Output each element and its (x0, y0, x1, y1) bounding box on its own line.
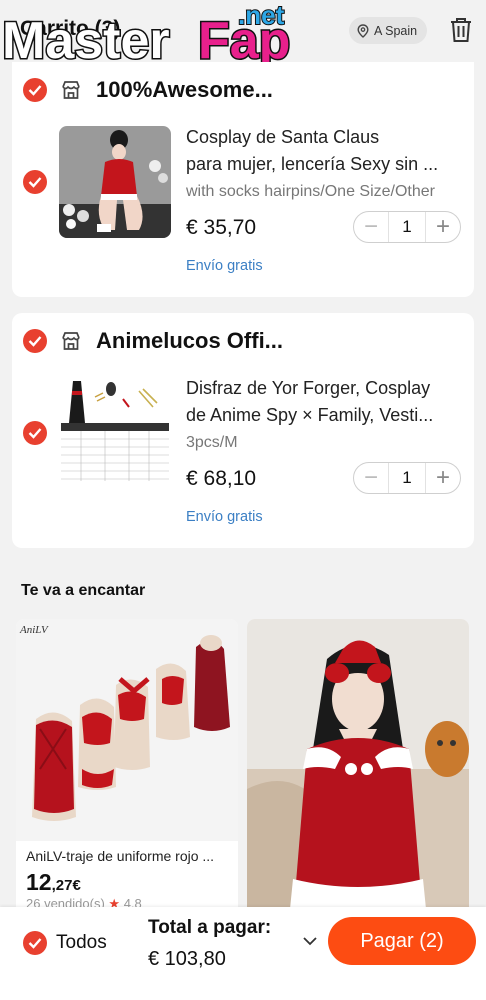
product-select-checkbox[interactable] (23, 421, 47, 445)
quantity-value[interactable]: 1 (388, 463, 426, 493)
svg-text:.net: .net (238, 0, 285, 30)
minus-icon[interactable]: − (354, 463, 388, 493)
product-variant[interactable]: with socks hairpins/One Size/Other (186, 183, 435, 201)
chevron-down-icon[interactable] (302, 935, 318, 947)
cart-page: Carrito (3) Master Fap .net A Spain 100%… (0, 0, 486, 1000)
product-select-checkbox[interactable] (23, 170, 47, 194)
plus-icon[interactable]: + (426, 212, 460, 242)
store-icon (62, 332, 80, 350)
recommended-product-price: 12,27€ (26, 869, 81, 896)
check-icon (28, 85, 42, 96)
price-decimal: ,27€ (51, 877, 81, 894)
check-icon (28, 938, 42, 949)
price-integer: 12 (26, 869, 52, 895)
header: Carrito (3) Master Fap .net A Spain (0, 0, 486, 70)
product-title[interactable]: Disfraz de Yor Forger, Cosplay (186, 375, 462, 402)
checkout-bar: Todos Total a pagar: € 103,80 Pagar (2) (0, 907, 486, 1000)
store-select-checkbox[interactable] (23, 78, 47, 102)
minus-icon[interactable]: − (354, 212, 388, 242)
location-selector[interactable]: A Spain (349, 17, 428, 44)
store-card: Animelucos Offi... Disfraz de Yor Forger… (12, 313, 474, 548)
recommended-product-image[interactable] (247, 619, 469, 919)
product-image[interactable] (59, 377, 171, 489)
quantity-value[interactable]: 1 (388, 212, 426, 242)
check-icon (28, 177, 42, 188)
check-icon (28, 336, 42, 347)
location-label: A Spain (374, 23, 418, 38)
recommended-product-name[interactable]: AniLV-traje de uniforme rojo ... (26, 848, 232, 864)
select-all-checkbox[interactable] (23, 931, 47, 955)
store-icon (62, 81, 80, 99)
recommended-product-card[interactable] (247, 619, 469, 919)
pay-button[interactable]: Pagar (2) (328, 917, 476, 965)
total-value: € 103,80 (148, 948, 226, 970)
total-label: Total a pagar: (148, 917, 272, 938)
product-title-line2[interactable]: de Anime Spy × Family, Vesti... (186, 402, 462, 429)
check-icon (28, 428, 42, 439)
recommended-product-image[interactable]: AniLV (16, 619, 238, 841)
store-name[interactable]: 100%Awesome... (96, 77, 273, 103)
shipping-label: Envío gratis (186, 258, 263, 274)
product-price: € 35,70 (186, 216, 257, 239)
product-variant[interactable]: 3pcs/M (186, 434, 238, 452)
recommended-product-card[interactable]: AniLV AniLV-traje de uniforme rojo ... 1… (16, 619, 238, 919)
product-title-line2[interactable]: para mujer, lencería Sexy sin ... (186, 151, 462, 178)
select-all-label[interactable]: Todos (56, 932, 107, 954)
store-card: 100%Awesome... Cosplay de Santa Claus pa… (12, 62, 474, 297)
trash-icon[interactable] (448, 16, 474, 44)
product-title[interactable]: Cosplay de Santa Claus (186, 124, 462, 151)
store-name[interactable]: Animelucos Offi... (96, 328, 283, 354)
watermark-logo: Master Fap .net (1, 0, 292, 70)
recommendations-title: Te va a encantar (21, 582, 146, 599)
brand-watermark: AniLV (19, 624, 49, 636)
store-select-checkbox[interactable] (23, 329, 47, 353)
quantity-stepper: − 1 + (353, 211, 461, 243)
quantity-stepper: − 1 + (353, 462, 461, 494)
location-pin-icon (357, 23, 369, 38)
product-image[interactable] (59, 126, 171, 238)
plus-icon[interactable]: + (426, 463, 460, 493)
shipping-label: Envío gratis (186, 509, 263, 525)
product-price: € 68,10 (186, 467, 257, 490)
